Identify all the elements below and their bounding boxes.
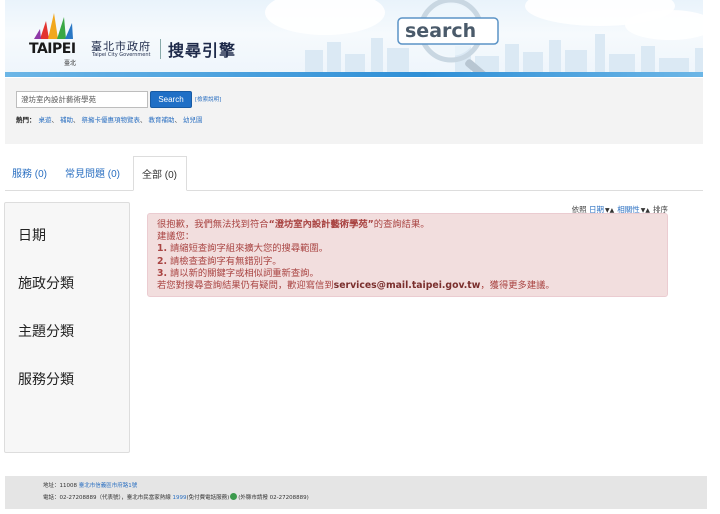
support-email-link[interactable]: services@mail.taipei.gov.tw [334, 280, 481, 291]
alert-text: 的查詢結果。 [373, 219, 430, 230]
alert-tip-3: 3. 請以新的關鍵字或相似詞重新查詢。 [157, 268, 667, 280]
alert-keyword: “澄坊室內設計藝術學苑” [268, 219, 374, 230]
footer-phone-post: (外縣市請撥 02-27208889) [238, 495, 309, 501]
search-panel [5, 78, 703, 144]
hot-keywords: 熱門： 桌遊、 補助、 祭擁卡優惠項物覽表、 教育補助、 幼兒園 [16, 114, 203, 124]
site-title[interactable]: 搜尋引擎 [168, 37, 236, 61]
tip-number: 2. [157, 255, 168, 267]
hot-separator: 、 [140, 116, 147, 124]
tab-all[interactable]: 全部 (0) [133, 156, 187, 191]
alert-line-6: 若您對搜尋查詢結果仍有疑問，歡迎寫信到services@mail.taipei.… [157, 280, 667, 292]
site-header: TAIPEI 臺北 臺北市政府 Taipei City Government 搜… [5, 0, 703, 76]
globe-icon [230, 493, 238, 500]
hot-keyword-link[interactable]: 祭擁卡優惠項物覽表 [82, 116, 141, 124]
search-button[interactable]: Search [150, 91, 192, 108]
taipei-logo-icon [34, 13, 73, 39]
search-banner-icon: search [397, 0, 499, 76]
tip-number: 1. [157, 243, 168, 255]
header-divider [160, 39, 161, 59]
footer-phone-text: 電話：02-27208889（代表號），臺北市民當家熱線 [43, 495, 171, 501]
facet-service-category[interactable]: 服務分類 [18, 369, 74, 389]
tip-number: 3. [157, 267, 168, 279]
hot-keyword-link[interactable]: 補助 [60, 116, 73, 124]
footer-address: 地址：11008 臺北市信義區市府路1號 [43, 481, 137, 489]
footer-phone-mid: (免付費電話服務) [186, 495, 230, 501]
tab-services[interactable]: 服務 (0) [12, 165, 47, 180]
alert-line-1: 很抱歉，我們無法找到符合“澄坊室內設計藝術學苑”的查詢結果。 [157, 219, 667, 231]
search-input[interactable] [16, 91, 148, 108]
header-accent-bar [5, 72, 703, 77]
hot-separator: 、 [51, 116, 59, 124]
government-name-en: Taipei City Government [92, 52, 151, 58]
footer-address-link[interactable]: 臺北市信義區市府路1號 [79, 483, 138, 489]
search-help-link[interactable]: [檢索說明] [195, 95, 221, 103]
alert-tip-2: 2. 請檢查查詢字有無錯別字。 [157, 256, 667, 268]
search-banner-text: search [405, 20, 476, 42]
logo-subtext: 臺北 [64, 60, 77, 67]
tab-faq[interactable]: 常見問題 (0) [65, 165, 120, 180]
alert-text: ，獲得更多建議。 [480, 280, 555, 292]
hot-separator: 、 [73, 116, 80, 124]
hot-keyword-link[interactable]: 桌遊 [39, 116, 52, 124]
alert-line-2: 建議您： [157, 231, 195, 243]
footer-phone: 電話：02-27208889（代表號），臺北市民當家熱線 1999(免付費電話服… [43, 493, 309, 501]
alert-tip-1: 1. 請縮短查詢字組來擴大您的搜尋範圍。 [157, 243, 667, 255]
tabs-divider [5, 190, 703, 191]
hot-keyword-link[interactable]: 教育補助 [149, 116, 175, 124]
hot-keywords-label: 熱門： [16, 116, 36, 124]
tab-all-label: 全部 (0) [142, 170, 177, 181]
alert-text: 若您對搜尋查詢結果仍有疑問，歡迎寫信到 [157, 280, 334, 292]
no-results-alert: 很抱歉，我們無法找到符合“澄坊室內設計藝術學苑”的查詢結果。 建議您： 1. 請… [147, 213, 668, 297]
logo-text: TAIPEI [29, 41, 76, 57]
tip-text: 請檢查查詢字有無錯別字。 [169, 255, 282, 267]
facet-sidebar: 日期 施政分類 主題分類 服務分類 [4, 202, 130, 453]
facet-policy-category[interactable]: 施政分類 [18, 273, 74, 293]
facet-topic-category[interactable]: 主題分類 [18, 321, 74, 341]
alert-text: 很抱歉，我們無法找到符合 [157, 219, 269, 230]
facet-date[interactable]: 日期 [18, 225, 46, 245]
hot-keyword-link[interactable]: 幼兒園 [183, 116, 203, 124]
hot-separator: 、 [174, 116, 182, 124]
footer-hotline-link[interactable]: 1999 [172, 495, 186, 501]
tip-text: 請縮短查詢字組來擴大您的搜尋範圍。 [169, 243, 329, 255]
footer-address-label: 地址：11008 [43, 483, 77, 489]
skyline-illustration [305, 34, 703, 76]
tip-text: 請以新的關鍵字或相似詞重新查詢。 [169, 267, 319, 279]
site-footer: 地址：11008 臺北市信義區市府路1號 電話：02-27208889（代表號）… [5, 476, 707, 509]
